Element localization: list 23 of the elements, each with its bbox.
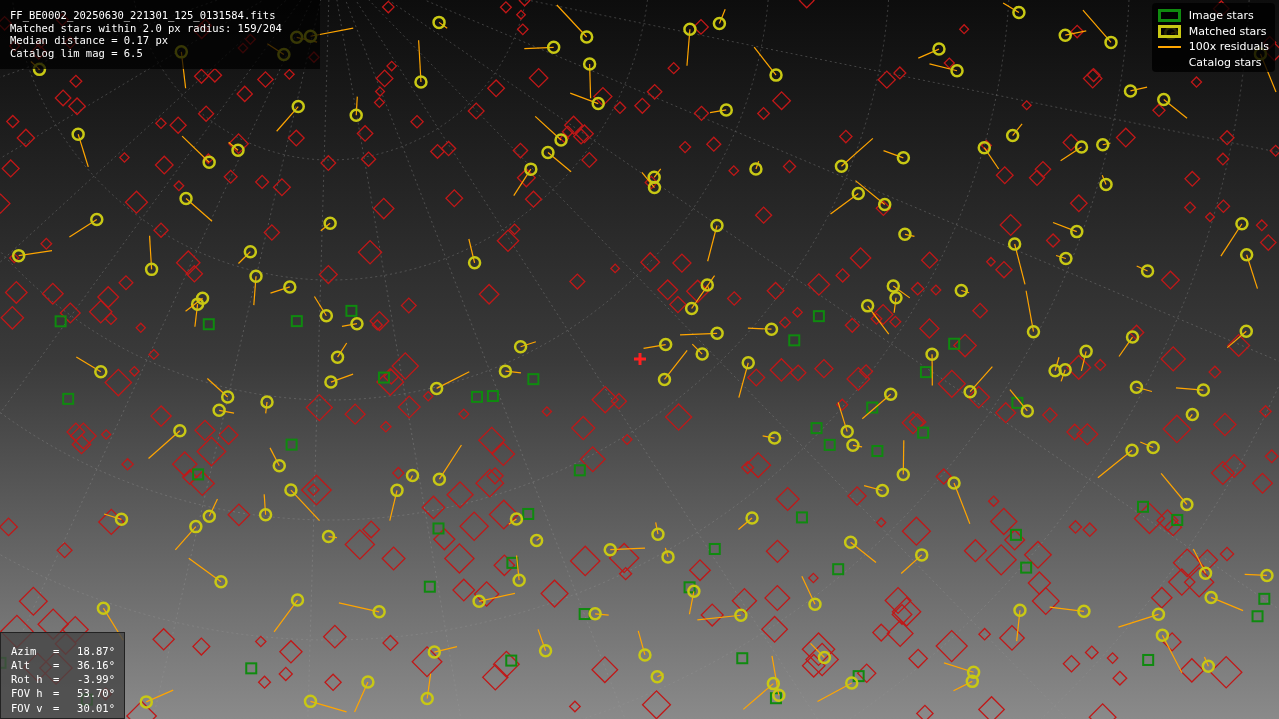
equals-sign: =: [53, 672, 61, 687]
legend-label: Catalog stars: [1188, 55, 1262, 69]
equals-sign: =: [53, 657, 61, 673]
equals-sign: =: [53, 643, 61, 658]
pointing-label: FOV v: [11, 700, 44, 715]
pointing-value: 36.16°: [76, 657, 115, 673]
pointing-label: Alt: [11, 657, 31, 673]
legend-label: Matched stars: [1188, 24, 1267, 38]
pointing-value: 18.87°: [76, 643, 115, 658]
legend-label: Image stars: [1188, 9, 1254, 23]
info-text: FF_BE0002_20250630_221301_125_0131584.fits: [10, 9, 277, 22]
info-text: Median distance = 0.17 px: [10, 34, 170, 47]
pointing-value: 30.01°: [76, 700, 115, 715]
pointing-value: -3.99°: [76, 672, 115, 687]
pointing-label: Rot h: [11, 672, 44, 687]
legend-label: 100x residuals: [1188, 40, 1269, 54]
equals-sign: =: [53, 700, 61, 715]
info-text: Matched stars within 2.0 px radius: 159/204: [10, 21, 283, 34]
equals-sign: =: [53, 686, 61, 701]
pointing-value: 53.70°: [76, 686, 115, 701]
pointing-label: Azim: [11, 643, 38, 658]
pointing-label: FOV h: [11, 686, 44, 701]
info-text: Catalog lim mag = 6.5: [10, 46, 144, 59]
